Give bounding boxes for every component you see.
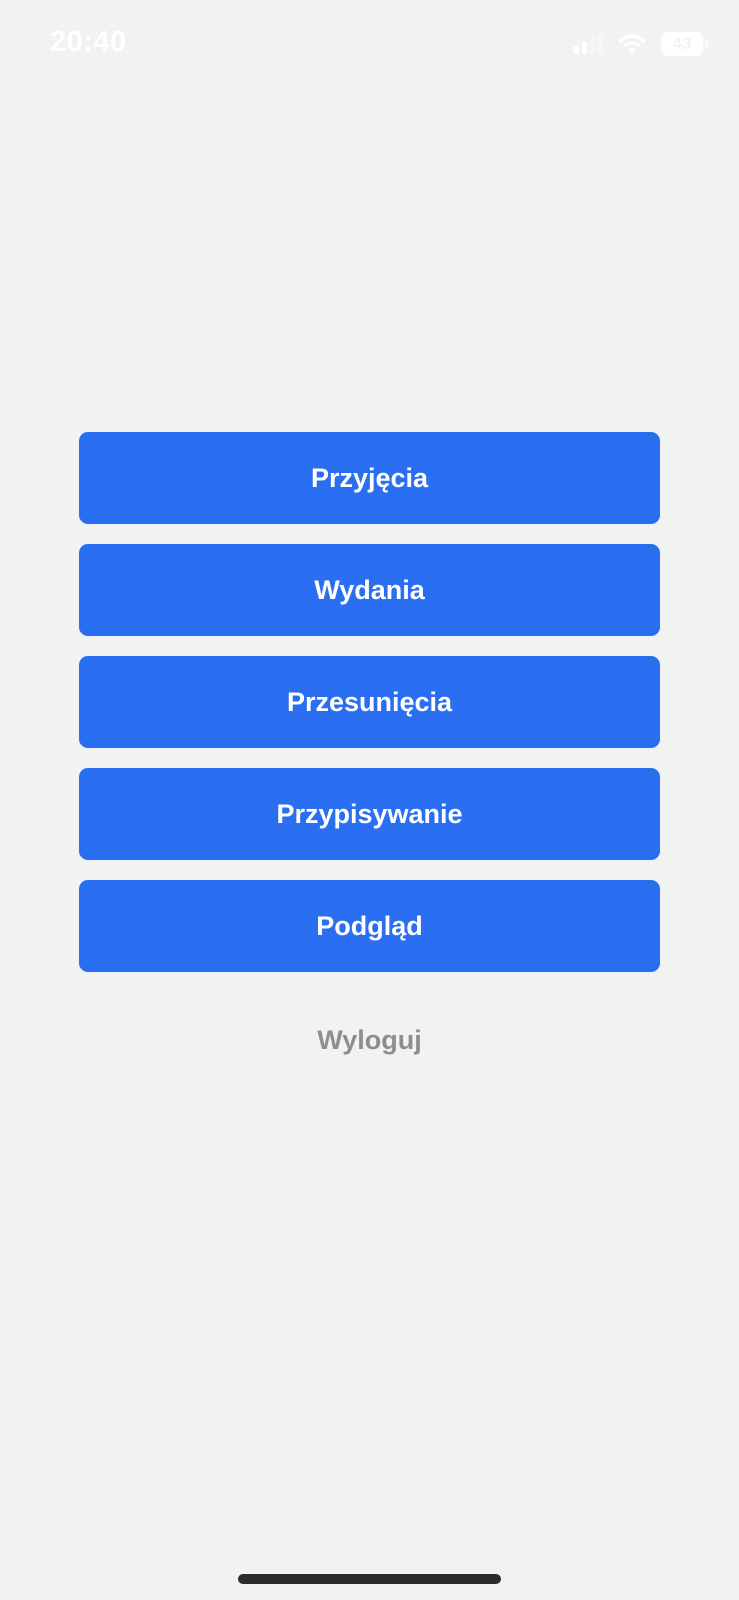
przypisywanie-button[interactable]: Przypisywanie xyxy=(79,768,660,860)
status-time: 20:40 xyxy=(50,26,127,58)
status-bar: 20:40 43 xyxy=(0,0,739,90)
logout-link[interactable]: Wyloguj xyxy=(0,1018,739,1062)
home-indicator[interactable] xyxy=(238,1574,501,1584)
signal-icon xyxy=(574,34,603,54)
wydania-button[interactable]: Wydania xyxy=(79,544,660,636)
status-icons: 43 xyxy=(574,32,709,56)
battery-icon: 43 xyxy=(661,32,709,56)
przesuniecia-button[interactable]: Przesunięcia xyxy=(79,656,660,748)
battery-cap xyxy=(705,40,709,48)
podglad-button[interactable]: Podgląd xyxy=(79,880,660,972)
wifi-icon xyxy=(617,33,647,55)
battery-level: 43 xyxy=(672,34,692,53)
main-menu: Przyjęcia Wydania Przesunięcia Przypisyw… xyxy=(79,432,660,972)
przyjecia-button[interactable]: Przyjęcia xyxy=(79,432,660,524)
battery-body: 43 xyxy=(661,32,703,56)
